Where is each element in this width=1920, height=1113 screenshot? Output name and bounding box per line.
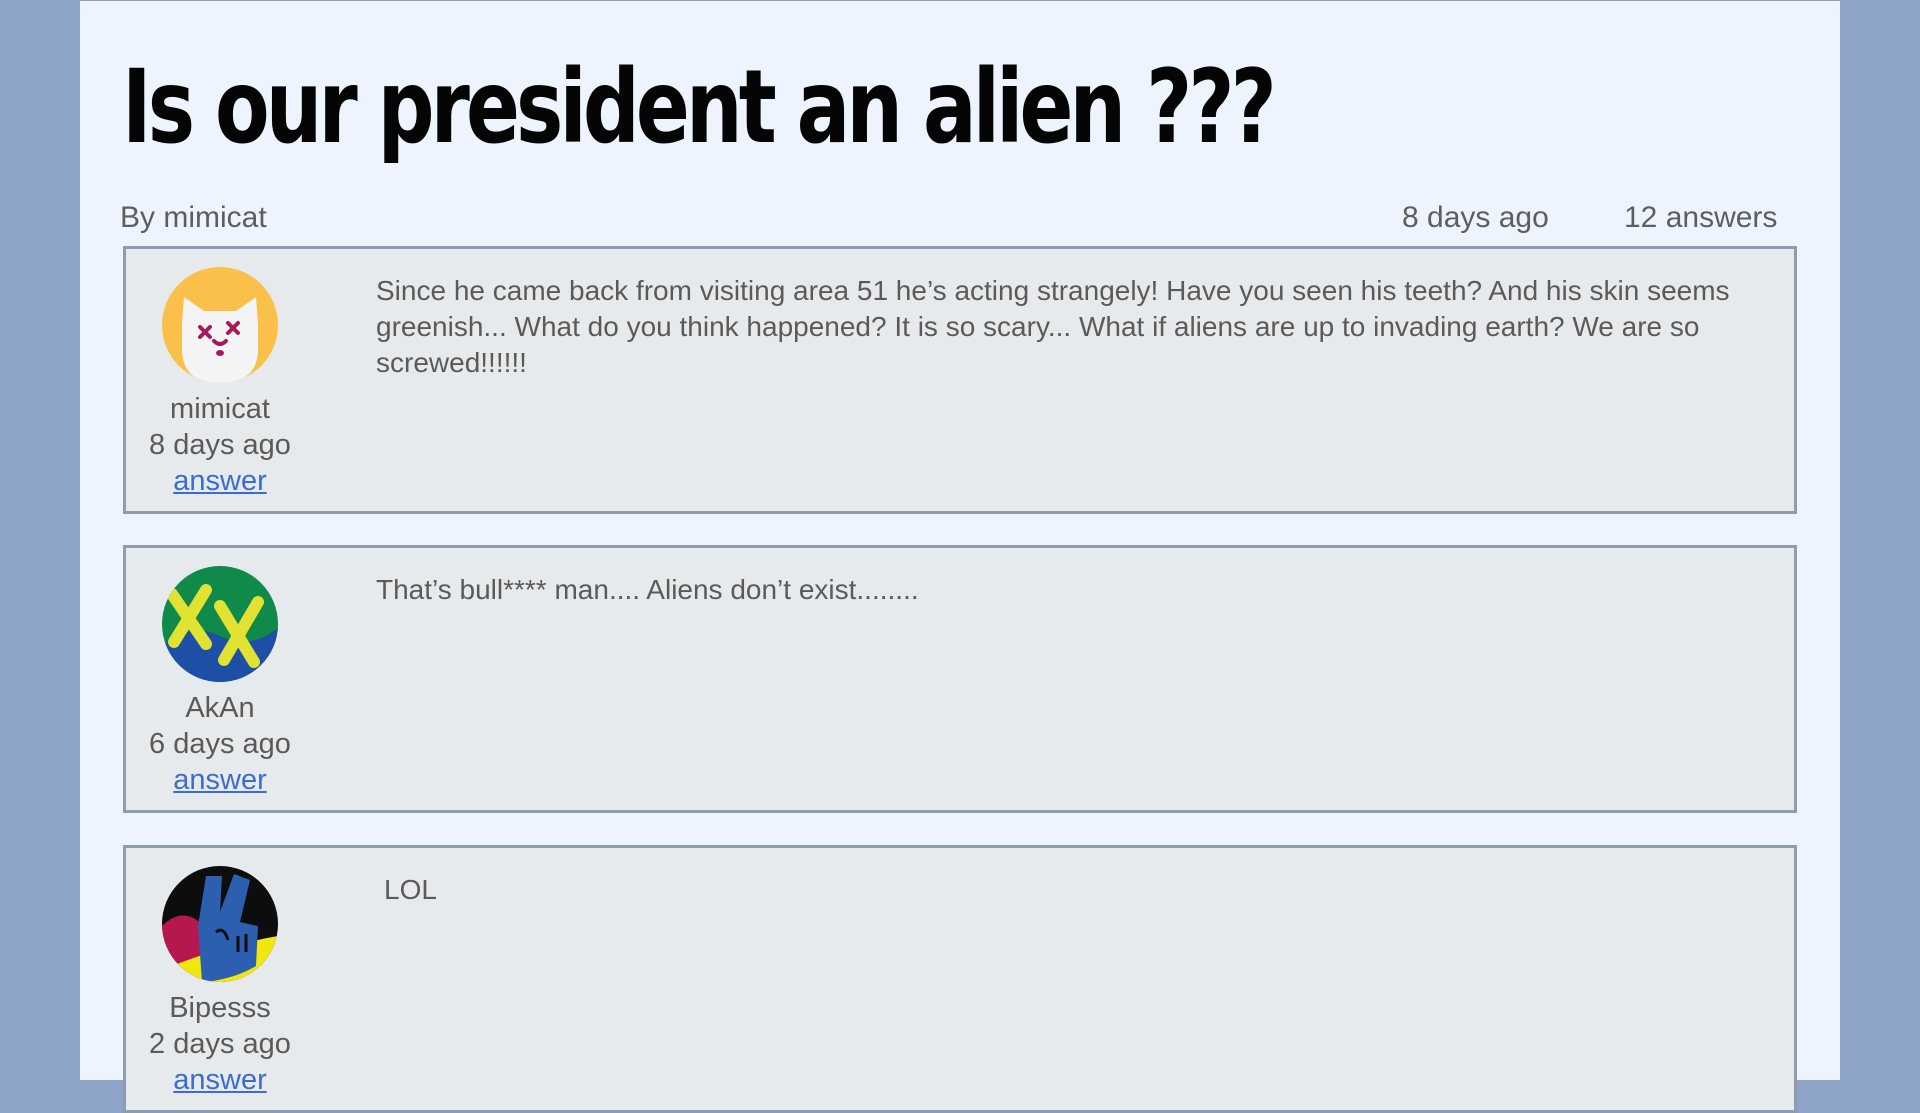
peace-hand-avatar-icon[interactable] [162,866,278,982]
post-text: LOL [384,874,437,905]
post-user: mimicat 8 days ago answer [126,267,314,499]
question-author: By mimicat [120,201,267,234]
post-username[interactable]: Bipesss [169,990,271,1026]
post-date: 6 days ago [149,728,291,760]
xx-avatar-icon[interactable] [162,566,278,682]
post-item: AkAn 6 days ago answer That’s bull**** m… [123,545,1797,813]
post-item: mimicat 8 days ago answer Since he came … [123,246,1797,514]
post-item: Bipesss 2 days ago answer LOL [123,845,1797,1113]
cat-avatar-icon[interactable] [162,267,278,383]
forum-page: Is our president an alien ??? By mimicat… [80,0,1840,1113]
post-date: 8 days ago [149,429,291,461]
question-title: Is our president an alien ??? [122,48,1277,167]
post-username[interactable]: mimicat [170,391,270,427]
post-username[interactable]: AkAn [185,690,254,726]
answer-link[interactable]: answer [173,762,267,798]
question-date: 8 days ago [1402,201,1549,234]
post-text: Since he came back from visiting area 51… [376,275,1730,378]
post-user: Bipesss 2 days ago answer [126,866,314,1098]
answers-count: 12 answers [1624,201,1778,234]
post-date: 2 days ago [149,1028,291,1060]
answer-link[interactable]: answer [173,463,267,499]
answer-link[interactable]: answer [173,1062,267,1098]
post-user: AkAn 6 days ago answer [126,566,314,798]
post-text: That’s bull**** man.... Aliens don’t exi… [376,574,919,605]
